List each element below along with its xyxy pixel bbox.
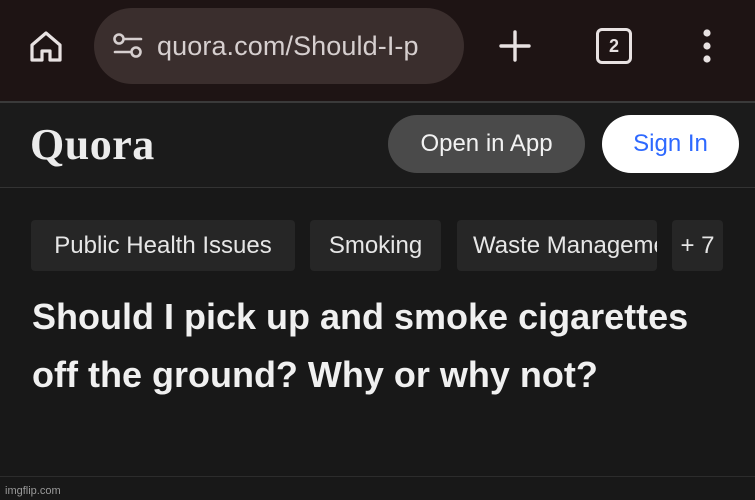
topic-chip-smoking[interactable]: Smoking — [310, 220, 441, 271]
address-bar[interactable]: quora.com/Should-I-p — [94, 8, 464, 84]
content-divider — [0, 476, 755, 477]
topic-chips: Public Health Issues Smoking Waste Manag… — [0, 220, 755, 271]
site-header: Quora Open in App Sign In — [0, 103, 755, 187]
topic-chip-public-health-issues[interactable]: Public Health Issues — [31, 220, 295, 271]
tab-switcher-icon[interactable]: 2 — [596, 28, 632, 64]
more-topics-button[interactable]: + 7 — [672, 220, 723, 271]
url-text[interactable]: quora.com/Should-I-p — [157, 28, 453, 64]
browser-toolbar: quora.com/Should-I-p 2 — [0, 0, 755, 101]
quora-logo[interactable]: Quora — [30, 121, 155, 169]
tab-count: 2 — [608, 36, 619, 56]
sign-in-button[interactable]: Sign In — [602, 115, 739, 173]
question-title: Should I pick up and smoke cigarettes of… — [32, 296, 689, 395]
site-settings-icon[interactable] — [112, 32, 144, 60]
watermark: imgflip.com — [5, 485, 61, 497]
header-divider — [0, 187, 755, 188]
open-in-app-button[interactable]: Open in App — [388, 115, 585, 173]
new-tab-icon[interactable] — [497, 28, 533, 64]
more-menu-icon[interactable] — [700, 26, 714, 66]
home-icon[interactable] — [26, 26, 66, 66]
topic-chip-waste-management[interactable]: Waste Management — [457, 220, 657, 271]
